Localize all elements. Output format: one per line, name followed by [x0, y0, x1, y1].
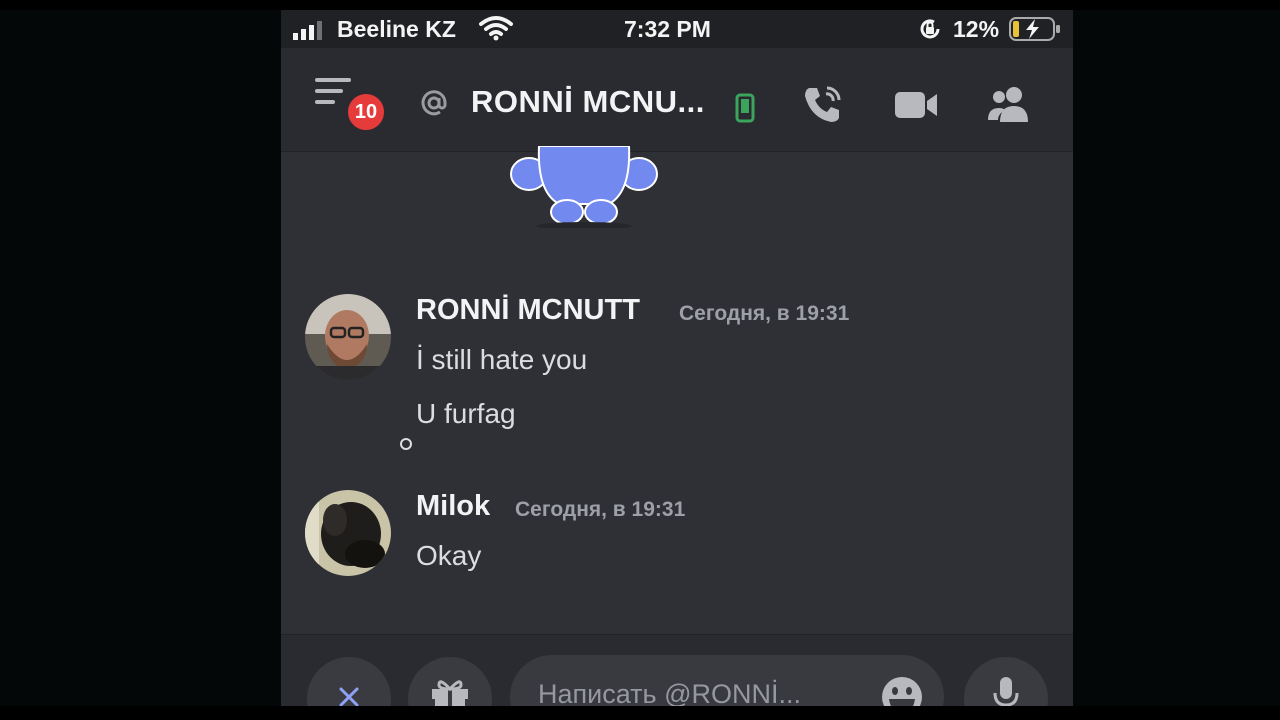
message-author[interactable]: Milok — [416, 490, 490, 523]
message-text: Okay — [416, 540, 482, 571]
clock: 7:32 PM — [624, 16, 711, 42]
dm-title[interactable]: RONNİ MCNU... — [471, 84, 705, 120]
phone-screen: Beeline KZ 7:32 PM 12% 10 RONNİ MCNU... … — [281, 10, 1073, 706]
message-text: İ still hate you — [416, 344, 588, 375]
signal-icon — [293, 21, 322, 40]
close-icon — [339, 687, 359, 706]
message-list[interactable]: RONNİ MCNUTT Сегодня, в 19:31 İ still ha… — [281, 146, 1073, 634]
at-icon — [421, 90, 447, 116]
message-input-placeholder: Написать @RONNİ... — [538, 679, 801, 706]
video-letterbox-bottom — [0, 706, 1280, 720]
mic-button[interactable] — [964, 657, 1048, 706]
menu-button[interactable]: 10 — [315, 76, 387, 136]
battery-percent: 12% — [953, 16, 1000, 42]
message-composer: Написать @RONNİ... — [281, 634, 1073, 706]
mic-icon — [993, 677, 1019, 706]
members-icon[interactable] — [986, 84, 1032, 124]
status-bar: Beeline KZ 7:32 PM 12% — [281, 10, 1073, 48]
message-input[interactable]: Написать @RONNİ... — [510, 655, 944, 706]
video-icon[interactable] — [893, 88, 939, 122]
carrier-name: Beeline KZ — [337, 16, 456, 42]
gift-icon — [432, 680, 468, 706]
notification-badge: 10 — [345, 91, 387, 133]
close-button[interactable] — [307, 657, 391, 706]
gift-button[interactable] — [408, 657, 492, 706]
wumpus-mascot — [510, 146, 658, 228]
call-icon[interactable] — [801, 82, 845, 126]
message-timestamp: Сегодня, в 19:31 — [515, 498, 686, 521]
message-group: Milok Сегодня, в 19:31 Okay — [281, 488, 1073, 588]
wifi-icon — [479, 16, 513, 41]
video-letterbox-top — [0, 0, 1280, 10]
avatar[interactable] — [305, 294, 391, 380]
message-timestamp: Сегодня, в 19:31 — [679, 302, 850, 325]
dm-header: 10 RONNİ MCNU... — [281, 48, 1073, 152]
avatar[interactable] — [305, 490, 391, 576]
mobile-status-icon — [735, 93, 755, 123]
emoji-icon[interactable] — [880, 675, 924, 706]
battery-charging-icon — [1009, 17, 1060, 41]
touch-indicator — [400, 438, 412, 450]
message-author[interactable]: RONNİ MCNUTT — [416, 294, 640, 327]
orientation-lock-icon — [920, 19, 940, 39]
message-text: U furfag — [416, 398, 516, 429]
message-group: RONNİ MCNUTT Сегодня, в 19:31 İ still ha… — [281, 290, 1073, 440]
